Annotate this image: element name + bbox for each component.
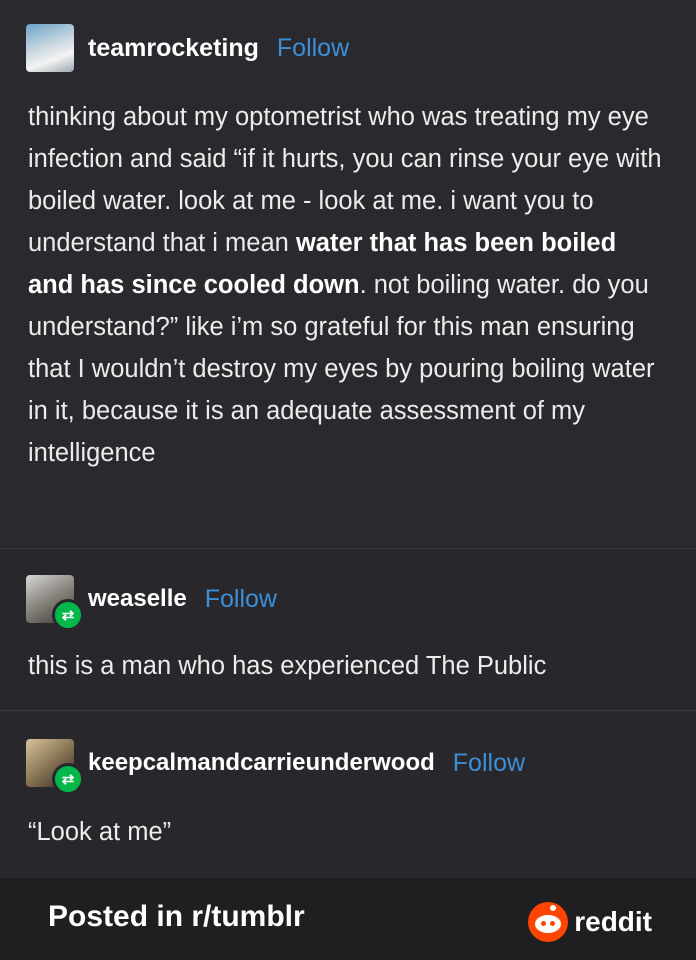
post-header: teamrocketing Follow — [26, 24, 349, 72]
reblog-body: “Look at me” — [28, 818, 172, 846]
reddit-footer: Posted in r/tumblr reddit — [0, 878, 696, 960]
weaselle-avatar-icon[interactable]: ⇄ — [26, 575, 84, 631]
post-body: thinking about my optometrist who was tr… — [28, 96, 668, 474]
reddit-wordmark: reddit — [574, 906, 652, 937]
username-teamrocketing[interactable]: teamrocketing — [88, 34, 259, 63]
moomin-avatar-icon[interactable] — [26, 24, 74, 72]
username-weaselle[interactable]: weaselle — [88, 585, 187, 613]
posted-in-label[interactable]: Posted in r/tumblr — [48, 900, 305, 934]
reblog-body: this is a man who has experienced The Pu… — [28, 652, 547, 680]
post-body-part-3: . not boiling water. do you understand?”… — [28, 271, 655, 467]
reblog-header: ⇄ weaselle Follow — [26, 575, 277, 631]
reddit-brand[interactable]: reddit — [528, 902, 652, 942]
keepcalm-avatar-icon[interactable]: ⇄ — [26, 739, 84, 795]
reblog-icon: ⇄ — [52, 763, 84, 795]
username-keepcalmandcarrieunderwood[interactable]: keepcalmandcarrieunderwood — [88, 749, 435, 777]
follow-button[interactable]: Follow — [277, 34, 349, 63]
reblog-keepcalm: ⇄ keepcalmandcarrieunderwood Follow “Loo… — [0, 710, 696, 879]
reblog-weaselle: ⇄ weaselle Follow this is a man who has … — [0, 548, 696, 710]
post-original: teamrocketing Follow thinking about my o… — [0, 0, 696, 548]
reblog-icon: ⇄ — [52, 599, 84, 631]
reddit-logo-icon — [528, 902, 569, 942]
follow-button[interactable]: Follow — [453, 749, 525, 778]
follow-button[interactable]: Follow — [205, 585, 277, 614]
reblog-header: ⇄ keepcalmandcarrieunderwood Follow — [26, 739, 525, 795]
